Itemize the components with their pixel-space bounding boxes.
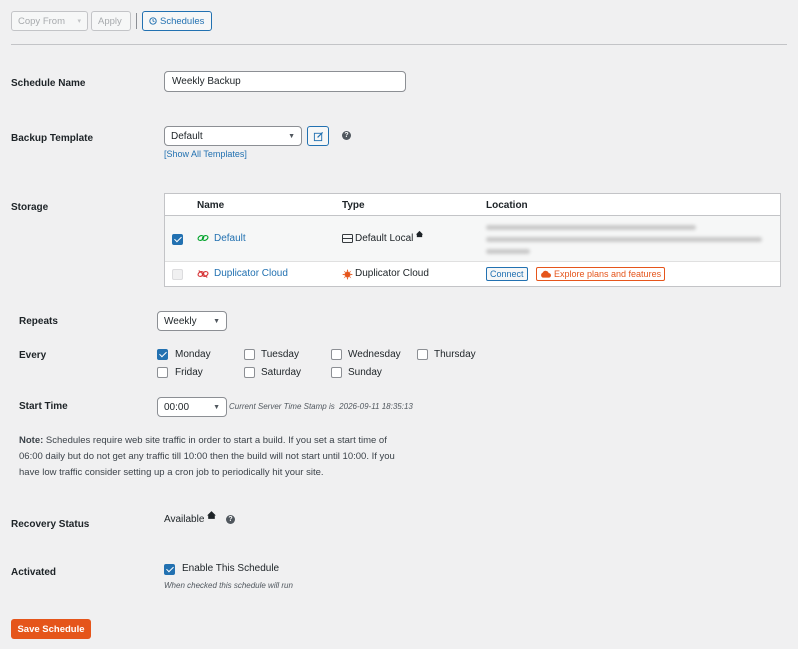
storage-row-default: Default Default Local	[165, 216, 780, 262]
help-icon[interactable]: ?	[342, 131, 351, 140]
col-name: Name	[197, 200, 225, 211]
note-line1: Schedules require web site traffic in or…	[43, 435, 387, 446]
recovery-icon	[207, 511, 216, 519]
chevron-down-icon: ▼	[213, 317, 220, 325]
day-thursday-label: Thursday	[434, 349, 476, 360]
day-thursday-checkbox[interactable]	[417, 349, 428, 360]
schedules-button[interactable]: Schedules	[142, 11, 212, 31]
duplicator-logo-icon	[342, 269, 353, 280]
note-line3: have low traffic consider setting up a c…	[19, 467, 324, 478]
storage-default-checkbox[interactable]	[172, 234, 183, 245]
storage-table-header: Name Type Location	[165, 194, 780, 216]
broken-link-icon	[197, 270, 209, 278]
show-all-templates-link[interactable]: [Show All Templates]	[164, 149, 247, 159]
save-schedule-button[interactable]: Save Schedule	[11, 619, 91, 639]
backup-template-value: Default	[171, 130, 203, 142]
day-friday-checkbox[interactable]	[157, 367, 168, 378]
day-monday-label: Monday	[175, 349, 211, 360]
repeats-value: Weekly	[164, 315, 197, 327]
day-wednesday-label: Wednesday	[348, 349, 401, 360]
edit-template-button[interactable]	[307, 126, 329, 146]
note-line2: 06:00 daily but do not get any traffic t…	[19, 451, 395, 462]
recovery-status-value: Available	[164, 514, 205, 525]
storage-default-type: Default Local	[355, 233, 414, 244]
storage-table: Name Type Location Default Default Local…	[164, 193, 781, 287]
day-sunday-checkbox[interactable]	[331, 367, 342, 378]
recovery-icon	[415, 230, 424, 238]
day-tuesday-label: Tuesday	[261, 349, 299, 360]
col-type: Type	[342, 200, 365, 211]
storage-row-cloud: Duplicator Cloud Duplicator Cloud Connec…	[165, 263, 780, 286]
backup-template-label: Backup Template	[11, 133, 94, 144]
day-tuesday-checkbox[interactable]	[244, 349, 255, 360]
explore-plans-label: Explore plans and features	[554, 269, 662, 279]
copy-from-label: Copy From	[18, 15, 65, 27]
day-wednesday-checkbox[interactable]	[331, 349, 342, 360]
day-saturday-label: Saturday	[261, 367, 302, 378]
toolbar-divider	[136, 13, 137, 29]
backup-template-select[interactable]: Default ▼	[164, 126, 302, 146]
start-time-value: 00:00	[164, 401, 190, 413]
day-friday-label: Friday	[175, 367, 203, 378]
storage-default-location-blurred	[486, 222, 766, 256]
cloud-icon	[541, 270, 551, 278]
day-saturday-checkbox[interactable]	[244, 367, 255, 378]
chevron-down-icon: ▼	[288, 132, 295, 140]
schedules-label: Schedules	[160, 15, 205, 27]
chevron-down-icon: ▼	[213, 403, 220, 411]
header-divider	[11, 44, 787, 45]
every-label: Every	[19, 350, 47, 361]
storage-cloud-type: Duplicator Cloud	[355, 268, 429, 279]
schedule-note: Note: Schedules require web site traffic…	[19, 433, 439, 481]
explore-plans-button[interactable]: Explore plans and features	[536, 267, 666, 281]
day-monday-checkbox[interactable]	[157, 349, 168, 360]
edit-icon	[313, 131, 323, 141]
schedule-name-input[interactable]: Weekly Backup	[164, 71, 406, 92]
storage-default-name[interactable]: Default	[214, 233, 246, 244]
copy-from-select[interactable]: Copy From ▾	[11, 11, 88, 31]
start-time-select[interactable]: 00:00 ▼	[157, 397, 227, 417]
link-icon	[197, 235, 209, 241]
hard-drive-icon	[342, 234, 353, 243]
schedule-name-label: Schedule Name	[11, 78, 86, 89]
repeats-label: Repeats	[19, 316, 58, 327]
start-time-label: Start Time	[19, 401, 68, 412]
enable-schedule-hint: When checked this schedule will run	[164, 581, 293, 590]
repeats-select[interactable]: Weekly ▼	[157, 311, 227, 331]
day-sunday-label: Sunday	[348, 367, 382, 378]
help-icon[interactable]: ?	[226, 515, 235, 524]
storage-label: Storage	[11, 202, 49, 213]
col-location: Location	[486, 200, 528, 211]
enable-schedule-label: Enable This Schedule	[182, 563, 280, 574]
apply-label: Apply	[98, 15, 122, 27]
storage-cloud-checkbox[interactable]	[172, 269, 183, 280]
enable-schedule-checkbox[interactable]	[164, 564, 175, 575]
clock-icon	[149, 17, 157, 25]
storage-cloud-name[interactable]: Duplicator Cloud	[214, 268, 288, 279]
connect-button[interactable]: Connect	[486, 267, 528, 281]
server-time-stamp: Current Server Time Stamp is 2026-09-11 …	[229, 402, 413, 411]
chevron-down-icon: ▾	[77, 18, 81, 25]
note-bold: Note:	[19, 435, 44, 446]
apply-button[interactable]: Apply	[91, 11, 131, 31]
activated-label: Activated	[11, 567, 57, 578]
recovery-status-label: Recovery Status	[11, 519, 90, 530]
